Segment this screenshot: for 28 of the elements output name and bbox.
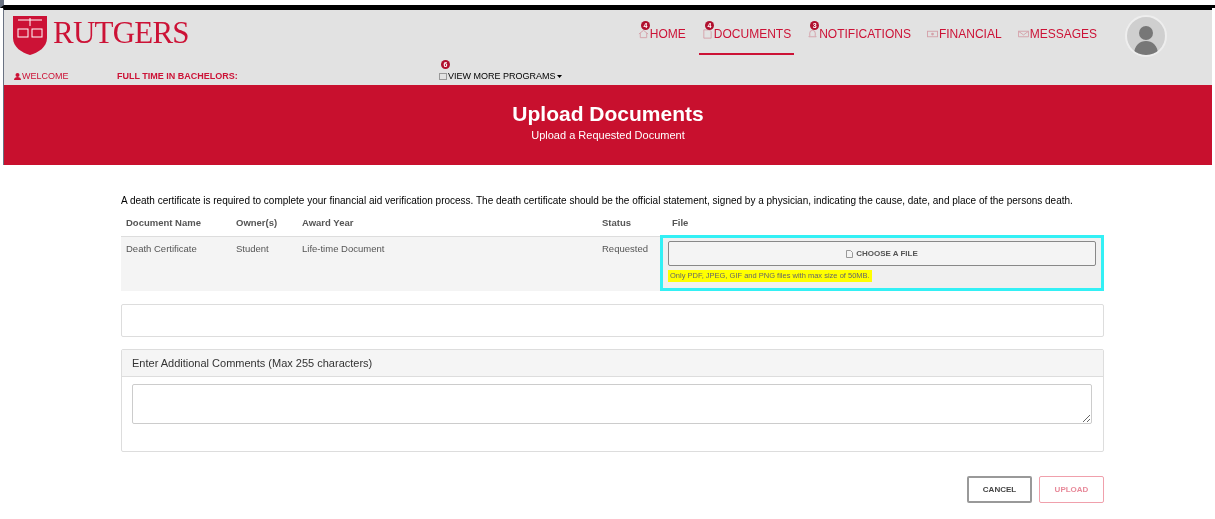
comments-label: Enter Additional Comments (Max 255 characters) bbox=[132, 356, 373, 371]
table-cell-text: Life-time Document bbox=[301, 242, 386, 257]
brand-wordmark: RUTGERS bbox=[53, 17, 189, 48]
nav-tab[interactable]: FINANCIAL bbox=[923, 15, 1005, 55]
page-subtitle: Upload a Requested Document bbox=[531, 128, 685, 144]
bell-icon bbox=[807, 29, 819, 39]
folder-icon bbox=[439, 72, 447, 80]
page-title: Upload Documents bbox=[512, 101, 704, 127]
table-cell-text: Student bbox=[235, 242, 270, 257]
mail-icon bbox=[1017, 29, 1029, 39]
description-text: A death certificate is required to complete your financial aid verification process. The death certificate should be the official statement, signed by a physician, indicating the cause, date, and place of the persons death. bbox=[121, 195, 1074, 207]
home-icon bbox=[637, 29, 649, 39]
table-cell-text: Requested bbox=[601, 242, 649, 257]
table-cell-text: Death Certificate bbox=[125, 242, 198, 257]
nav-tab[interactable]: MESSAGES bbox=[1014, 15, 1100, 55]
person-icon bbox=[1132, 23, 1160, 55]
program-label: FULL TIME IN BACHELORS: bbox=[117, 69, 239, 83]
comments-input[interactable] bbox=[132, 384, 1092, 425]
document-icon bbox=[701, 29, 713, 39]
welcome-link[interactable]: WELCOME bbox=[14, 69, 117, 83]
shield-logo-icon bbox=[12, 15, 48, 55]
file-icon bbox=[846, 249, 854, 258]
cancel-button[interactable]: CANCEL bbox=[967, 476, 1032, 504]
caret-icon bbox=[556, 74, 562, 78]
choose-file-button[interactable]: CHOOSE A FILE bbox=[668, 241, 1096, 267]
avatar[interactable] bbox=[1125, 15, 1167, 57]
money-icon bbox=[926, 29, 938, 39]
person-icon bbox=[14, 72, 21, 80]
